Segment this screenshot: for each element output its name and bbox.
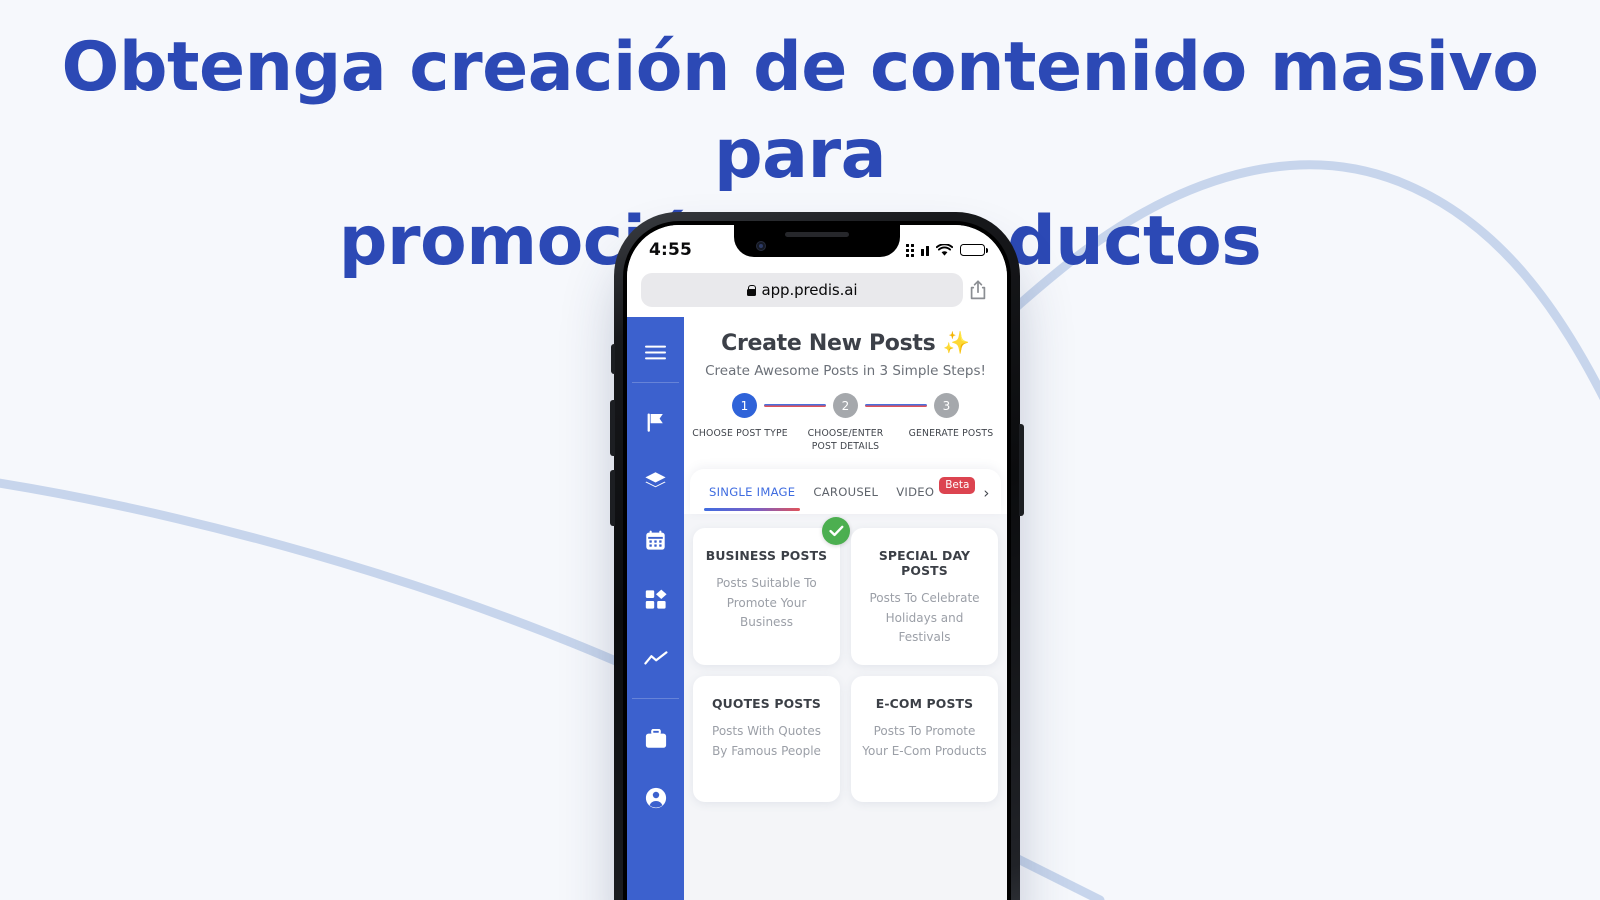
status-icons [906, 243, 988, 257]
card-description: Posts To Promote Your E-Com Products [862, 724, 987, 758]
hamburger-menu-icon [645, 345, 666, 360]
beta-badge: Beta [939, 477, 976, 495]
post-type-tabs: SINGLE IMAGE CAROUSEL VIDEO Beta › [690, 469, 1001, 515]
step-label-3: GENERATE POSTS [908, 428, 994, 439]
step-label-2: CHOOSE/ENTER POST DETAILS [807, 428, 884, 452]
url-address-bar[interactable]: app.predis.ai [641, 273, 963, 307]
card-description: Posts Suitable To Promote Your Business [716, 576, 817, 629]
post-type-card-ecom[interactable]: E-COM POSTS Posts To Promote Your E-Com … [851, 676, 998, 803]
sidebar-item-analytics[interactable] [627, 629, 684, 688]
signal-icon [906, 243, 914, 257]
share-icon [970, 280, 986, 300]
step-circle-1[interactable]: 1 [732, 393, 757, 418]
status-time: 4:55 [649, 240, 693, 260]
sidebar-divider-bottom [632, 698, 679, 699]
card-description: Posts With Quotes By Famous People [712, 724, 821, 758]
sidebar-item-flag[interactable] [627, 393, 684, 452]
wifi-icon [936, 243, 953, 256]
card-title: SPECIAL DAY POSTS [878, 548, 971, 579]
post-type-cards-grid: BUSINESS POSTS Posts Suitable To Promote… [693, 517, 998, 803]
tabs-next-chevron-icon[interactable]: › [979, 481, 991, 514]
step-circle-2[interactable]: 2 [833, 393, 858, 418]
sidebar-divider-top [632, 382, 679, 383]
phone-power-button[interactable] [1019, 424, 1024, 516]
tab-video[interactable]: VIDEO [887, 481, 943, 511]
layers-icon [645, 472, 666, 488]
phone-mockup: 4:55 app.predis.ai Create New Posts ✨ Cr… [610, 212, 1024, 900]
sidebar-item-layers[interactable] [627, 452, 684, 511]
card-title: E-COM POSTS [875, 696, 974, 712]
sidebar-item-menu[interactable] [627, 323, 684, 382]
share-button[interactable] [963, 280, 993, 300]
check-circle-icon [822, 517, 850, 546]
lock-icon [746, 284, 757, 296]
page-subtitle: Create Awesome Posts in 3 Simple Steps! [705, 363, 986, 379]
sidebar-item-calendar[interactable] [627, 511, 684, 570]
front-camera-icon [756, 241, 766, 251]
sidebar-item-dashboard[interactable] [627, 570, 684, 629]
phone-volume-down-button[interactable] [610, 470, 615, 526]
tab-single-image[interactable]: SINGLE IMAGE [700, 481, 804, 512]
flag-icon [647, 413, 663, 432]
card-title: BUSINESS POSTS [705, 548, 828, 564]
post-type-card-business[interactable]: BUSINESS POSTS Posts Suitable To Promote… [693, 517, 850, 666]
progress-stepper: 1 2 3 [684, 393, 1007, 418]
stepper-labels: CHOOSE POST TYPE CHOOSE/ENTER POST DETAI… [684, 428, 1007, 453]
step-label-1: CHOOSE POST TYPE [692, 428, 788, 439]
app-body: Create New Posts ✨ Create Awesome Posts … [627, 317, 1007, 900]
calendar-icon [646, 530, 665, 550]
account-circle-icon [645, 787, 666, 808]
briefcase-icon [645, 728, 666, 748]
card-title: QUOTES POSTS [712, 696, 821, 712]
tab-carousel[interactable]: CAROUSEL [804, 481, 887, 511]
page-title: Create New Posts ✨ [721, 331, 970, 356]
app-sidebar [627, 317, 684, 900]
sidebar-item-business[interactable] [627, 709, 684, 768]
trending-chart-icon [643, 651, 667, 665]
signal-bars-icon [921, 245, 929, 256]
app-main-content: Create New Posts ✨ Create Awesome Posts … [684, 317, 1007, 900]
step-circle-3[interactable]: 3 [934, 393, 959, 418]
phone-volume-up-button[interactable] [610, 400, 615, 456]
post-type-card-special-day[interactable]: SPECIAL DAY POSTS Posts To Celebrate Hol… [851, 528, 998, 666]
sidebar-item-account[interactable] [627, 768, 684, 827]
phone-frame: 4:55 app.predis.ai Create New Posts ✨ Cr… [610, 212, 1024, 900]
url-text: app.predis.ai [761, 281, 858, 299]
step-connector-1 [764, 404, 826, 407]
dashboard-grid-icon [645, 589, 667, 609]
step-connector-2 [865, 404, 927, 407]
earpiece-speaker [785, 232, 849, 237]
page-root: Obtenga creación de contenido masivo par… [0, 0, 1600, 900]
phone-silent-switch[interactable] [611, 344, 615, 374]
card-description: Posts To Celebrate Holidays and Festival… [869, 591, 980, 644]
post-type-cards-area: BUSINESS POSTS Posts Suitable To Promote… [684, 514, 1007, 900]
headline-line-1: Obtenga creación de contenido masivo par… [61, 28, 1539, 195]
battery-icon [960, 244, 988, 256]
phone-notch [734, 225, 900, 257]
post-type-card-quotes[interactable]: QUOTES POSTS Posts With Quotes By Famous… [693, 676, 840, 803]
phone-screen: 4:55 app.predis.ai Create New Posts ✨ Cr… [627, 225, 1007, 900]
browser-toolbar: app.predis.ai [627, 271, 1007, 317]
